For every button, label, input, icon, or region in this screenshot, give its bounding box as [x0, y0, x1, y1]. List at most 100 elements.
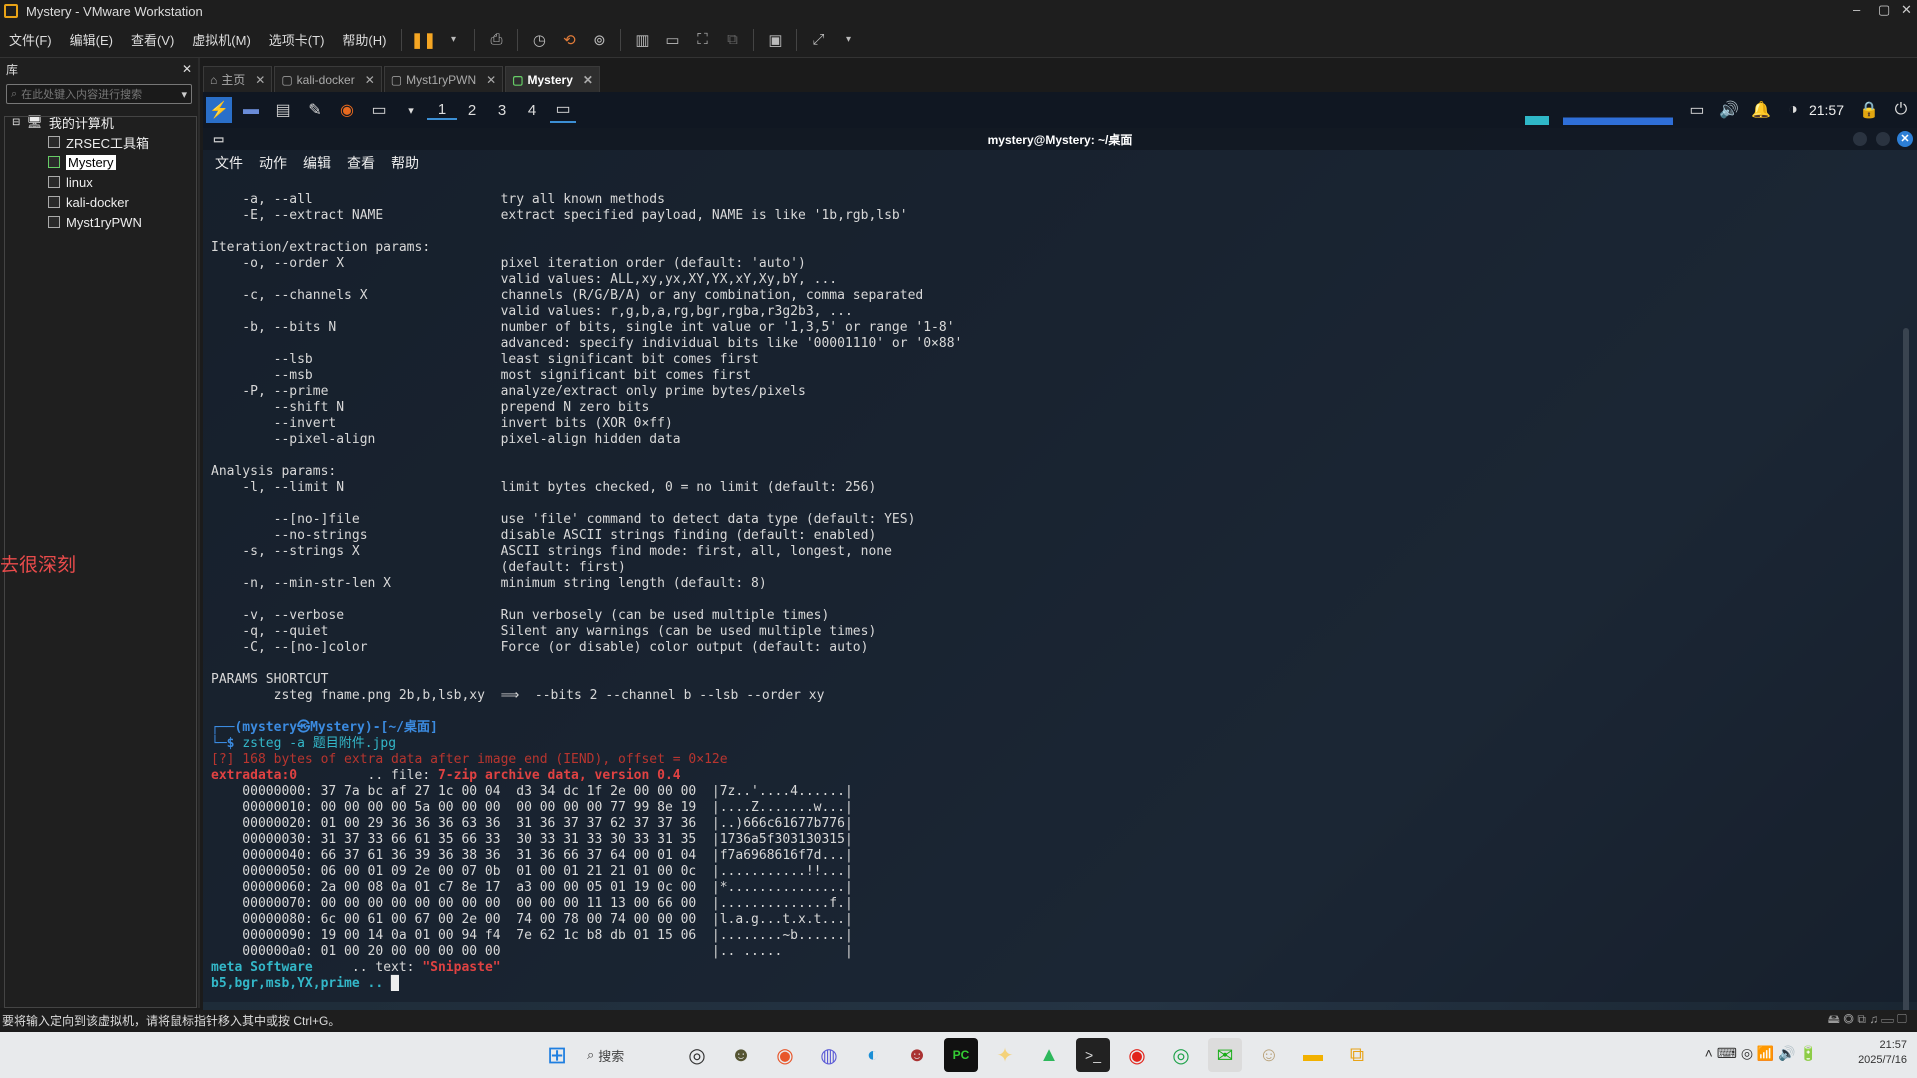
show-desktop-icon[interactable]: ▬ — [238, 97, 264, 123]
workspace-4[interactable]: 4 — [517, 102, 547, 119]
device-status-icons[interactable]: 🖴 ◎ ⧉ ♫ ▭ ▢ — [1828, 1010, 1907, 1031]
library-search-input[interactable]: ⌕ 在此处键入内容进行搜索 ▾ — [6, 84, 192, 104]
text-editor-icon[interactable]: ✎ — [302, 97, 328, 123]
meta-mid: .. text: — [312, 960, 423, 975]
stretch-dropdown-icon[interactable]: ▾ — [837, 29, 859, 51]
close-button[interactable]: ✕ — [1901, 2, 1912, 18]
help-line: --[no-]file use 'file' command to detect… — [211, 512, 916, 527]
terminal-menu-help[interactable]: 帮助 — [391, 153, 419, 173]
netease-music-icon[interactable]: ◉ — [1120, 1038, 1154, 1072]
snapshot-manager-icon[interactable]: ⊚ — [588, 29, 610, 51]
console-view-icon[interactable]: ▣ — [764, 29, 786, 51]
terminal-minimize-icon[interactable] — [1853, 132, 1867, 146]
thumbnail-view-icon[interactable]: ▭ — [661, 29, 683, 51]
logout-icon[interactable]: ⏻ — [1888, 97, 1914, 123]
menu-tabs[interactable]: 选项卡(T) — [260, 30, 334, 49]
library-close-icon[interactable]: ✕ — [182, 62, 192, 76]
guest-display[interactable]: ⚡ ▬ ▤ ✎ ◉ ▭ ▾ 1 2 3 4 ▭ ▭ 🔊 🔔 ◑ 21:57 🔒 … — [203, 92, 1917, 1010]
terminal-menu-actions[interactable]: 动作 — [259, 153, 287, 173]
copilot-icon[interactable]: ◎ — [680, 1038, 714, 1072]
notification-icon[interactable]: 🔔 — [1748, 97, 1774, 123]
file-manager-icon[interactable]: ▤ — [270, 97, 296, 123]
terminal-menu-view[interactable]: 查看 — [347, 153, 375, 173]
terminal-output[interactable]: -a, --all try all known methods -E, --ex… — [203, 176, 1917, 1010]
snapshot-icon[interactable]: ◷ — [528, 29, 550, 51]
vmware-taskbar-icon[interactable]: ⧉ — [1340, 1038, 1374, 1072]
firefox-taskbar-icon[interactable]: ◉ — [768, 1038, 802, 1072]
menu-view[interactable]: 查看(V) — [122, 30, 183, 49]
terminal-taskbar-icon[interactable]: >_ — [1076, 1038, 1110, 1072]
green-app-icon[interactable]: ▲ — [1032, 1038, 1066, 1072]
lock-icon[interactable]: 🔒 — [1856, 97, 1882, 123]
volume-icon[interactable]: 🔊 — [1716, 97, 1742, 123]
toolbar-separator — [517, 28, 519, 51]
menu-help[interactable]: 帮助(H) — [333, 30, 395, 49]
help-line: -a, --all try all known methods — [211, 192, 665, 207]
terminal-close-icon[interactable]: ✕ — [1897, 131, 1913, 147]
minimize-button[interactable]: – — [1853, 2, 1860, 17]
vm-tabs: ⌂ 主页 ✕ ▢ kali-docker ✕ ▢ Myst1ryPWN ✕ ▢ … — [203, 66, 602, 92]
tab-close-icon[interactable]: ✕ — [365, 73, 375, 87]
green-circle-icon[interactable]: ◎ — [1164, 1038, 1198, 1072]
maximize-button[interactable]: ▢ — [1878, 2, 1890, 18]
unity-icon[interactable]: ⧉ — [721, 29, 743, 51]
tray-time[interactable]: 21:57 — [1858, 1038, 1907, 1053]
terminal-icon[interactable]: ▭ — [366, 97, 392, 123]
display-icon[interactable]: ▭ — [1684, 97, 1710, 123]
explorer-icon[interactable]: ▬ — [1296, 1038, 1330, 1072]
menu-edit[interactable]: 编辑(E) — [61, 30, 122, 49]
sheep-app-icon[interactable]: ☺ — [1252, 1038, 1286, 1072]
workspace-3[interactable]: 3 — [487, 102, 517, 119]
tab-close-icon[interactable]: ✕ — [486, 73, 496, 87]
taskbar-search[interactable]: ⌕ 搜索 — [587, 1040, 667, 1070]
tray-date[interactable]: 2025/7/16 — [1858, 1053, 1907, 1068]
help-line: -q, --quiet Silent any warnings (can be … — [211, 624, 877, 639]
tab-close-icon[interactable]: ✕ — [255, 73, 265, 87]
browser-taskbar-icon[interactable]: ◍ — [812, 1038, 846, 1072]
workspace-2[interactable]: 2 — [457, 102, 487, 119]
kali-menu-icon[interactable]: ⚡ — [206, 97, 232, 123]
terminal-window[interactable]: ▭ mystery@Mystery: ~/桌面 ✕ 文件 动作 编辑 查看 帮助… — [203, 128, 1917, 1010]
terminal-dropdown-icon[interactable]: ▾ — [398, 97, 424, 123]
toolbar-separator — [753, 28, 755, 51]
menu-vm[interactable]: 虚拟机(M) — [183, 30, 260, 49]
dropdown-icon[interactable]: ▾ — [442, 29, 464, 51]
tab-myst1rypwn[interactable]: ▢ Myst1ryPWN ✕ — [383, 66, 504, 92]
help-line: --shift N prepend N zero bits — [211, 400, 650, 415]
notes-icon[interactable]: ✦ — [988, 1038, 1022, 1072]
terminal-menu-edit[interactable]: 编辑 — [303, 153, 331, 173]
pause-icon[interactable]: ❚❚ — [411, 29, 436, 51]
terminal-menubar: 文件 动作 编辑 查看 帮助 — [203, 150, 1917, 176]
terminal-menu-file[interactable]: 文件 — [215, 153, 243, 173]
app-avatar-icon[interactable]: ☻ — [724, 1038, 758, 1072]
panel-clock[interactable]: 21:57 — [1809, 102, 1844, 118]
edge-icon[interactable]: ◐ — [856, 1038, 890, 1072]
taskbar-search-icon: ⌕ — [587, 1047, 595, 1062]
tab-mystery[interactable]: ▢ Mystery ✕ — [505, 66, 600, 92]
pycharm-icon[interactable]: PC — [944, 1038, 978, 1072]
power-manager-icon[interactable]: ◑ — [1780, 97, 1806, 123]
wechat-icon[interactable]: ✉ — [1208, 1038, 1242, 1072]
search-dropdown-icon[interactable]: ▾ — [181, 88, 187, 101]
hexdump-line: 00000050: 06 00 01 09 2e 00 07 0b 01 00 … — [211, 864, 853, 879]
revert-snapshot-icon[interactable]: ⟲ — [558, 29, 580, 51]
menu-file[interactable]: 文件(F) — [0, 30, 61, 49]
windows-start-icon[interactable]: ⊞ — [540, 1038, 574, 1072]
tray-icons[interactable]: ˄ ⌨ ◎ 📶 🔊 🔋 — [1705, 1046, 1817, 1061]
fullscreen-icon[interactable]: ⛶ — [691, 29, 713, 51]
tab-close-icon[interactable]: ✕ — [583, 73, 593, 87]
taskbar-terminal-icon[interactable]: ▭ — [550, 97, 576, 123]
library-view-icon[interactable]: ▥ — [631, 29, 653, 51]
stretch-icon[interactable]: ⤢ — [807, 29, 829, 51]
vm-tab-icon: ▢ — [281, 72, 293, 87]
firefox-icon[interactable]: ◉ — [334, 97, 360, 123]
help-line: -c, --channels X channels (R/G/B/A) or a… — [211, 288, 924, 303]
tab-home[interactable]: ⌂ 主页 ✕ — [203, 66, 273, 92]
tab-kali-docker[interactable]: ▢ kali-docker ✕ — [274, 66, 382, 92]
terminal-scrollbar[interactable] — [1903, 328, 1909, 1010]
app-avatar2-icon[interactable]: ☻ — [900, 1038, 934, 1072]
workspace-1[interactable]: 1 — [427, 101, 457, 120]
send-keys-icon[interactable]: ⎙ — [485, 29, 507, 51]
cpu-graph-icon — [1524, 95, 1549, 125]
terminal-maximize-icon[interactable] — [1876, 132, 1890, 146]
